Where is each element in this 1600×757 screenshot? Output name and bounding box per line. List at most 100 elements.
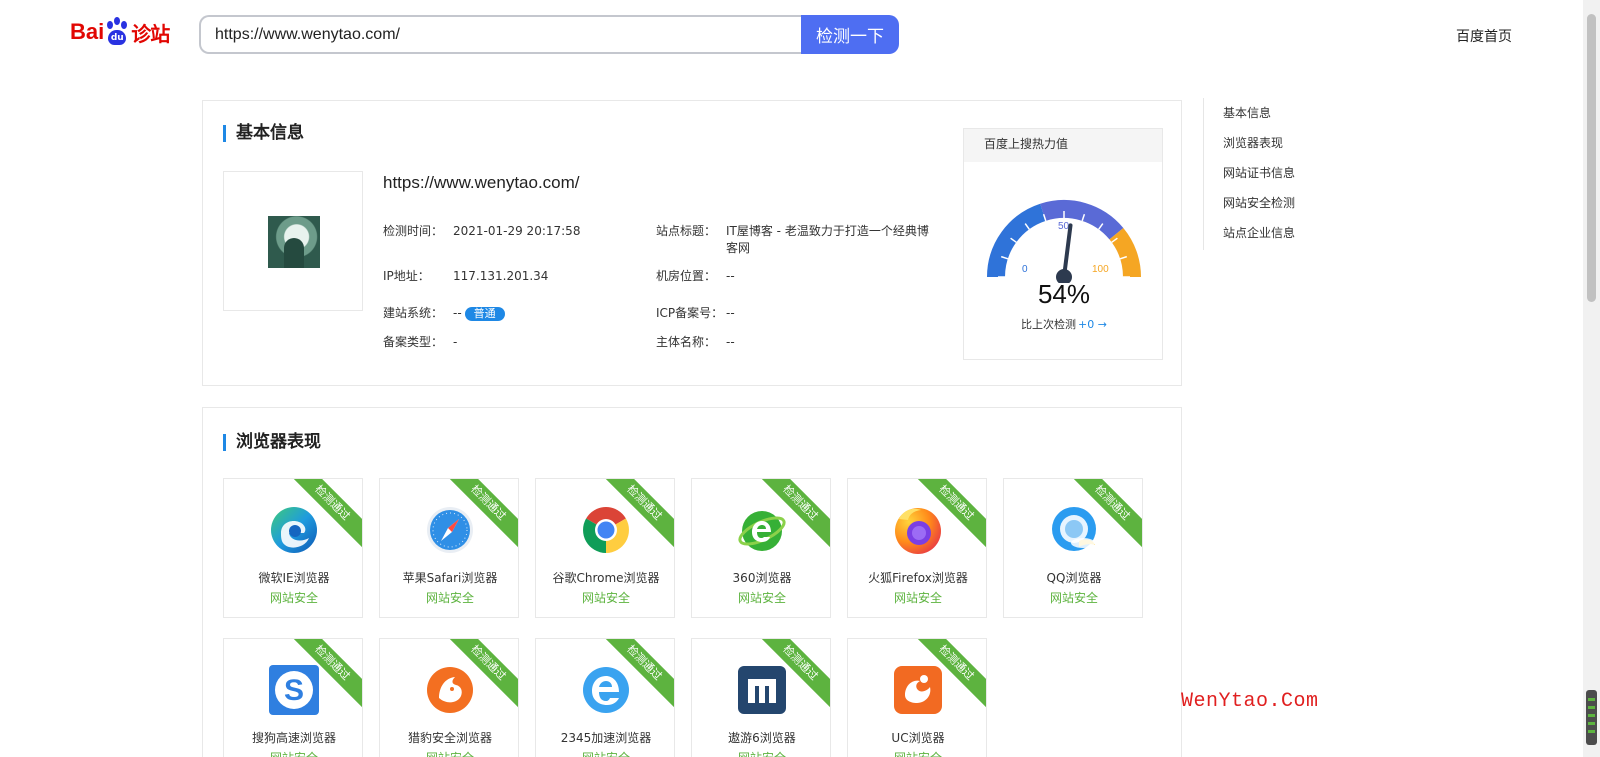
site-url: https://www.wenytao.com/ (383, 173, 580, 192)
info-label: 备案类型： (383, 335, 444, 349)
info-value: - (453, 335, 458, 349)
browser-name: 微软IE浏览器 (258, 571, 330, 585)
info-value: -- (726, 269, 735, 283)
section-title: 基本信息 (223, 125, 304, 142)
browser-performance-panel: 浏览器表现 检测通过 微软IE浏览器 网站安全 检测通过 苹果Safari浏览器… (202, 407, 1182, 757)
detect-button[interactable]: 检测一下 (801, 15, 899, 54)
compare-delta: +0 → (1078, 318, 1107, 331)
basic-info-panel: 基本信息 https://www.wenytao.com/ 检测时间： 2021… (202, 100, 1182, 386)
sogou-browser-icon: S (269, 665, 319, 715)
browser-card[interactable]: 检测通过 S 搜狗高速浏览器 网站安全 (223, 638, 363, 757)
info-label: 机房位置： (656, 269, 717, 283)
browser-status: 网站安全 (893, 591, 942, 605)
safari-icon (427, 507, 473, 553)
info-value: IT屋博客 - 老温致力于打造一个经典博客网 (726, 224, 929, 255)
info-label: 站点标题： (656, 224, 717, 238)
info-label: ICP备案号： (656, 306, 724, 320)
liebao-browser-icon (427, 667, 473, 713)
site-thumbnail (223, 171, 363, 311)
browser-name: 遨游6浏览器 (728, 731, 796, 745)
cms-value: -- (453, 306, 462, 320)
info-label: 检测时间： (383, 224, 444, 238)
browser-name: 搜狗高速浏览器 (251, 731, 336, 745)
browser-card[interactable]: 检测通过 360浏览器 网站安全 (691, 478, 831, 618)
nav-basic-info[interactable]: 基本信息 (1223, 98, 1295, 128)
qq-browser-icon (1052, 507, 1096, 551)
info-value: -- (726, 306, 735, 320)
cms-badge: 普通 (464, 307, 505, 321)
edge-icon (271, 507, 317, 553)
info-value: 2021-01-29 20:17:58 (453, 224, 581, 238)
browser-card[interactable]: 检测通过 谷歌Chrome浏览器 网站安全 (535, 478, 675, 618)
compare-label: 比上次检测 (1021, 318, 1077, 331)
url-input[interactable] (215, 17, 795, 52)
browser-name: 苹果Safari浏览器 (402, 571, 498, 585)
browser-card[interactable]: 检测通过 微软IE浏览器 网站安全 (223, 478, 363, 618)
browser-card[interactable]: 检测通过 遨游6浏览器 网站安全 (691, 638, 831, 757)
logo-text-bai: Bai (70, 19, 105, 44)
browser-name: 猎豹安全浏览器 (407, 731, 492, 745)
info-value: 117.131.201.34 (453, 269, 549, 283)
gauge-max-label: 100 (1092, 264, 1109, 275)
browser-status: 网站安全 (1049, 591, 1098, 605)
baidu-logo[interactable]: Bai du 诊站 (70, 15, 170, 49)
browser-status: 网站安全 (581, 591, 630, 605)
gauge-value: 54% (1037, 279, 1091, 309)
browser-card[interactable]: 检测通过 猎豹安全浏览器 网站安全 (379, 638, 519, 757)
page-scrollbar[interactable] (1583, 0, 1600, 757)
browser-status: 网站安全 (848, 749, 986, 757)
site-favicon-image (268, 216, 320, 268)
heat-gauge: 0 50 100 (987, 200, 1141, 283)
uc-browser-icon (894, 666, 942, 714)
browser-name: 2345加速浏览器 (560, 731, 652, 745)
browser-status: 网站安全 (269, 591, 318, 605)
browser-status: 网站安全 (224, 749, 362, 757)
scrollbar-thumb[interactable] (1587, 14, 1596, 302)
heat-gauge-card: 百度上搜热力值 0 50 100 54% 比上次检测 +0 → (963, 128, 1163, 360)
gauge-arc-high (1109, 227, 1141, 278)
browser-name: UC浏览器 (891, 731, 945, 745)
info-label: 建站系统： (383, 306, 444, 320)
info-label: 主体名称： (656, 335, 717, 349)
logo-text-suffix: 诊站 (131, 21, 170, 46)
browser-status: 网站安全 (380, 749, 518, 757)
info-label: IP地址： (383, 269, 430, 283)
gauge-mid-label: 50 (1058, 221, 1070, 232)
maxthon-icon (738, 666, 786, 714)
gauge-title: 百度上搜热力值 (964, 129, 1162, 162)
browser-name: 360浏览器 (732, 571, 792, 585)
browser-name: QQ浏览器 (1046, 571, 1102, 585)
browser-status: 网站安全 (737, 591, 786, 605)
firefox-icon (895, 508, 941, 554)
nav-browser-performance[interactable]: 浏览器表现 (1223, 128, 1295, 158)
gauge-compare: 比上次检测 +0 → (964, 316, 1164, 332)
gauge-min-label: 0 (1022, 264, 1028, 275)
nav-certificate-info[interactable]: 网站证书信息 (1223, 158, 1295, 188)
watermark-text: WenYtao.Com (1181, 690, 1319, 713)
browser-status: 网站安全 (692, 749, 830, 757)
gauge-arc-low (987, 203, 1047, 278)
360-browser-icon (738, 511, 786, 551)
gauge-arc-mid (1040, 200, 1124, 240)
browser-card[interactable]: 检测通过 QQ浏览器 网站安全 (1003, 478, 1143, 618)
baidu-home-link[interactable]: 百度首页 (1456, 26, 1512, 46)
nav-security-check[interactable]: 网站安全检测 (1223, 188, 1295, 218)
scroll-minimap-icon (1586, 690, 1597, 745)
browser-card[interactable]: 检测通过 UC浏览器 网站安全 (847, 638, 987, 757)
url-search-box (199, 15, 801, 54)
paw-icon: du (105, 17, 129, 47)
browser-name: 火狐Firefox浏览器 (868, 571, 968, 585)
browser-name: 谷歌Chrome浏览器 (552, 571, 660, 585)
info-value: -- 普通 (453, 305, 505, 322)
section-title: 浏览器表现 (223, 434, 321, 451)
browser-card[interactable]: 检测通过 2345加速浏览器 网站安全 (535, 638, 675, 757)
section-nav: 基本信息 浏览器表现 网站证书信息 网站安全检测 站点企业信息 (1203, 98, 1295, 250)
browser-status: 网站安全 (425, 591, 474, 605)
info-value: -- (726, 335, 735, 349)
browser-card[interactable]: 检测通过 火狐Firefox浏览器 网站安全 (847, 478, 987, 618)
chrome-icon (583, 507, 629, 553)
2345-browser-icon (583, 667, 629, 713)
browser-card[interactable]: 检测通过 苹果Safari浏览器 网站安全 (379, 478, 519, 618)
svg-text:S: S (284, 674, 304, 707)
nav-enterprise-info[interactable]: 站点企业信息 (1223, 218, 1295, 248)
